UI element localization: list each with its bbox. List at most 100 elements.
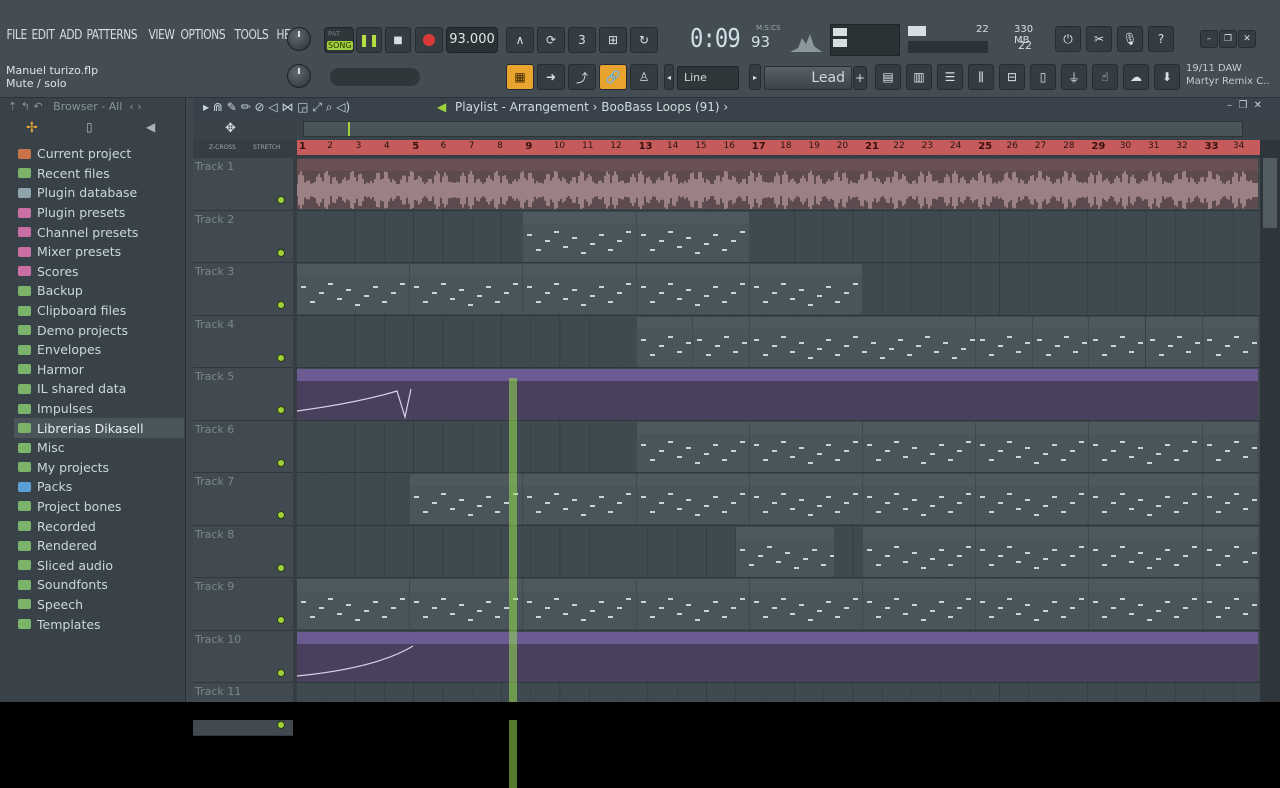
arrow-button[interactable]: ➜ <box>537 64 565 90</box>
playlist-button[interactable]: ▤ <box>875 64 901 90</box>
browser-item[interactable]: Scores <box>14 262 184 282</box>
maximize-button[interactable]: ❐ <box>1219 30 1237 48</box>
playlist-clip[interactable]: Guitarra <box>749 474 862 524</box>
track-mute-led[interactable] <box>277 668 285 677</box>
track-mute-led[interactable] <box>277 301 285 309</box>
playlist-clip[interactable]: Pad <box>1202 579 1259 629</box>
vertical-scrollbar[interactable] <box>1260 140 1280 702</box>
stretch-toggle[interactable]: STRETCH <box>253 144 280 151</box>
browser-item[interactable]: Mixer presets <box>14 242 184 262</box>
track-lane[interactable] <box>297 211 1260 263</box>
countdown-button[interactable]: 3 <box>568 27 596 53</box>
browser-item[interactable]: Envelopes <box>14 340 184 360</box>
playlist-window-controls[interactable]: – ❐ ✕ <box>1227 100 1262 111</box>
horizontal-scrollbar[interactable] <box>303 121 1243 137</box>
playlist-clip[interactable]: Pluck <box>863 526 976 577</box>
playlist-clip[interactable]: Pluck <box>636 264 749 314</box>
timeline-ruler[interactable]: 1 2 3 4 5 6 7 8 9 10 11 12 13 14 15 16 17 18 19 20 21 22 23 24 2… <box>297 140 1260 155</box>
playlist-clip[interactable]: Pad #2 <box>410 579 523 629</box>
playlist-clip[interactable]: Pad <box>976 579 1089 629</box>
playlist-clip[interactable]: Bo...1) <box>1146 316 1202 367</box>
playlist-clip[interactable]: Pad #2 <box>523 579 636 629</box>
track-lane[interactable] <box>297 683 1260 702</box>
tools-button[interactable]: ✂ <box>1086 26 1112 52</box>
channel-rack-button[interactable]: ☰ <box>937 64 963 90</box>
track-mute-led[interactable] <box>277 248 285 257</box>
playlist-clip[interactable]: BooB..91) <box>1089 316 1145 367</box>
snap-select[interactable]: Line <box>677 66 739 90</box>
wait-record-button[interactable]: ⟳ <box>537 27 565 53</box>
snap-arrow-left[interactable]: ◂ <box>664 64 674 90</box>
playlist-clip[interactable]: VTS2 Tidy..32BPM Hit <box>735 526 834 577</box>
close-button[interactable]: ✕ <box>1238 30 1256 48</box>
playlist-clip[interactable]: Intro #2 <box>410 264 523 314</box>
browser-item[interactable]: Templates <box>14 614 184 634</box>
menu-edit[interactable]: EDIT <box>29 28 57 43</box>
menu-view[interactable]: VIEW <box>146 28 177 43</box>
playlist-clip[interactable]: Boo...91] <box>976 316 1032 367</box>
browser-item[interactable]: IL shared data <box>14 379 184 399</box>
piano-roll-button[interactable]: ▥ <box>906 64 932 90</box>
playlist-clip[interactable]: Boo...1) <box>1032 316 1089 367</box>
playlist-clip[interactable] <box>749 316 976 367</box>
track-header[interactable]: Track 4 <box>193 315 293 368</box>
browser-item[interactable]: Channel presets <box>14 222 184 242</box>
browser-arrows[interactable]: ‹ › <box>126 100 141 113</box>
add-pattern-button[interactable]: + <box>853 66 867 90</box>
playlist-clip[interactable]: Pad <box>749 579 862 629</box>
playlist-clip[interactable]: Bajo <box>976 421 1089 472</box>
track-mute-led[interactable] <box>277 511 285 519</box>
pitch-slider[interactable] <box>330 68 420 86</box>
browser-item[interactable]: Demo projects <box>14 320 184 340</box>
plugin-picker-button[interactable]: ⏚ <box>1061 64 1087 90</box>
track-mute-led[interactable] <box>277 616 285 624</box>
stop-button[interactable]: ■ <box>385 27 411 53</box>
browser-item[interactable]: Rendered <box>14 536 184 556</box>
playlist-clip[interactable]: Bajo <box>1089 421 1202 472</box>
playlist-clip[interactable]: de...l(] <box>693 316 749 367</box>
playlist-tool-icons[interactable]: ▸ ⋒ ✎ ✏ ⊘ ◁ ⋈ ◲ ⤢ ⌕ ◁) <box>203 100 350 115</box>
playlist-clip[interactable]: Guitarra <box>1202 474 1259 524</box>
download-button[interactable]: ⬇ <box>1154 64 1180 90</box>
playlist-clip[interactable]: Pad <box>1089 579 1202 629</box>
menu-file[interactable]: FILE <box>4 28 29 43</box>
playlist-clip[interactable]: Guitarra <box>863 474 976 524</box>
snapshot-button[interactable]: ☁ <box>1123 64 1149 90</box>
minimize-button[interactable]: – <box>1200 30 1218 48</box>
playlist-clip[interactable]: dem...el(] <box>636 316 693 367</box>
track-mute-led[interactable] <box>277 458 285 467</box>
playlist-clip[interactable]: Esperandote - Manuel Turizo <box>297 159 1259 209</box>
project-button[interactable]: ▯ <box>1030 64 1056 90</box>
browser-item[interactable]: Soundfonts <box>14 575 184 595</box>
pattern-arrow[interactable]: ▸ <box>749 64 761 90</box>
arrangement-grid[interactable]: Esperandote - Manuel Turizo Lead Lead Intro… <box>297 158 1260 702</box>
playlist-clip[interactable]: Bajo <box>1202 421 1259 472</box>
star-icon[interactable]: ✢ <box>26 120 38 136</box>
playlist-clip[interactable]: Intro <box>297 264 410 314</box>
news-panel[interactable]: 19/11 DAW Martyr Remix C.. <box>1186 62 1270 88</box>
playlist-clip[interactable]: Pad <box>863 579 976 629</box>
file-icon[interactable]: ▯ <box>86 120 93 134</box>
browser-item[interactable]: Project bones <box>14 497 184 517</box>
playlist-clip[interactable]: Pluck <box>1089 526 1202 577</box>
mixer-button[interactable]: ⫼ <box>968 64 994 90</box>
track-header[interactable]: Track 9 <box>193 578 293 631</box>
link-button[interactable]: 🔗 <box>599 64 627 90</box>
playlist-clip[interactable]: Filter - Pad #2 - Cutoff frequency <box>297 631 1259 682</box>
browser-item[interactable]: Plugin presets <box>14 203 184 223</box>
zcross-toggle[interactable]: Z-CROSS <box>209 144 236 151</box>
mic-button[interactable]: 🎙 <box>1117 26 1143 52</box>
metronome-button[interactable]: ∧ <box>506 27 534 53</box>
record-button[interactable] <box>415 27 443 53</box>
track-header[interactable]: Track 5 <box>193 368 293 421</box>
playlist-clip[interactable]: Pluck <box>976 526 1089 577</box>
playlist-clip[interactable]: Bajo <box>749 421 862 472</box>
browser-item[interactable]: Backup <box>14 281 184 301</box>
playlist-clip[interactable]: Filter - Pluck - Cutoff frequency <box>297 369 1259 419</box>
browser-item[interactable]: Speech <box>14 595 184 615</box>
master-pitch-knob[interactable] <box>287 64 311 88</box>
track-header[interactable]: Track 1 <box>193 158 293 211</box>
browser-item[interactable]: Librerias Dikasell <box>14 418 184 438</box>
track-header[interactable]: Track 2 <box>193 210 293 263</box>
browser-nav-icons[interactable]: ⇡ ↰ ↶ <box>8 100 43 113</box>
